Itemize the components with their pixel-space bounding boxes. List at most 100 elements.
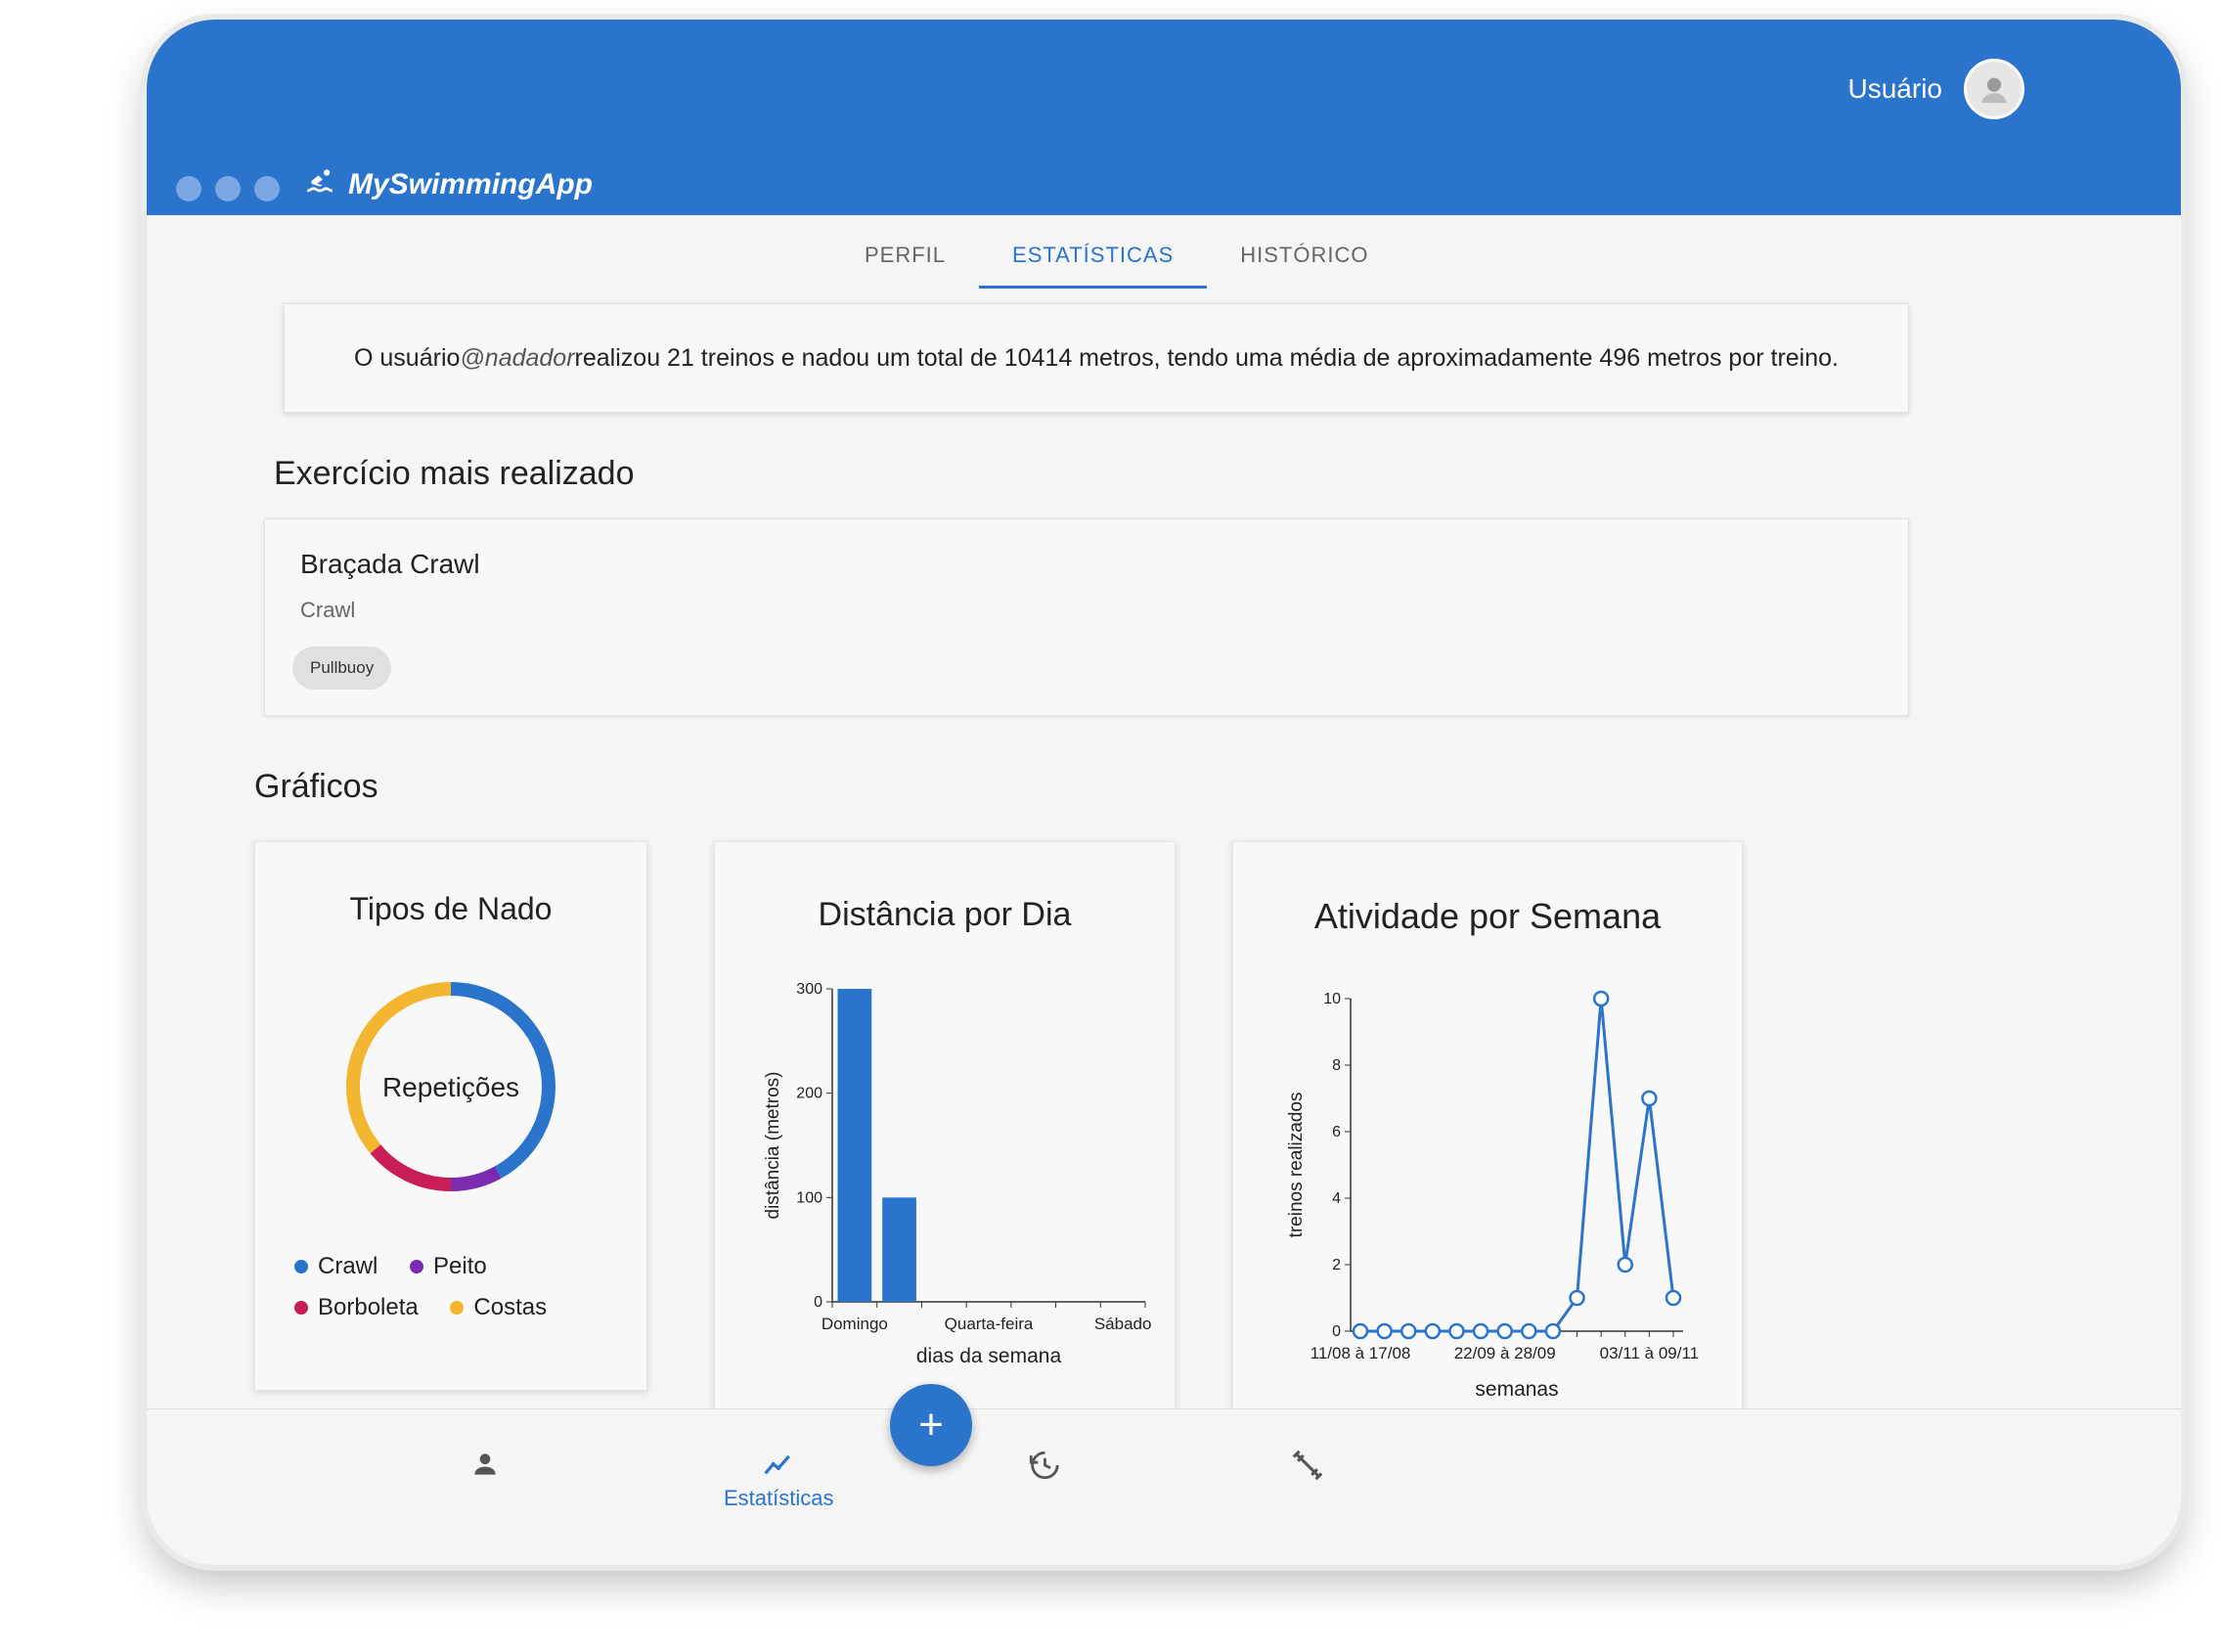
app-bar: MySwimmingApp Usuário [147,20,2181,215]
tab-bar: PERFIL ESTATÍSTICAS HISTÓRICO [831,225,1401,289]
y-tick-label: 300 [796,981,822,998]
x-tick-label: Sábado [1094,1315,1152,1333]
x-tick-label: Domingo [822,1315,888,1333]
data-point[interactable] [1592,990,1610,1007]
activity-line [1360,998,1675,1333]
charts-section-title: Gráficos [254,768,378,805]
data-point[interactable] [1424,1322,1442,1340]
window-dot-maximize[interactable] [254,176,280,201]
legend-label-crawl: Crawl [318,1253,378,1279]
exercise-name: Braçada Crawl [300,549,480,579]
data-point[interactable] [1569,1289,1585,1307]
y-tick-label: 200 [796,1086,822,1102]
data-point[interactable] [1641,1090,1658,1107]
legend-swatch-costas [450,1301,465,1315]
bar-segunda-feira[interactable] [882,1197,916,1302]
history-icon [1029,1451,1059,1480]
y-tick-label: 10 [1323,991,1341,1007]
y-tick-label: 2 [1332,1257,1341,1273]
summary-username: @nadador [460,343,575,372]
legend-label-peito: Peito [433,1253,487,1279]
legend-swatch-borboleta [294,1301,308,1315]
y-tick-label: 4 [1332,1190,1341,1207]
data-point[interactable] [1665,1289,1682,1307]
donut-chart: Repetições [346,982,555,1191]
stage: MySwimmingApp Usuário PERFIL ESTATÍSTICA… [0,0,2221,1652]
tab-historico[interactable]: HISTÓRICO [1207,225,1401,289]
x-tick-label: Quarta-feira [945,1315,1034,1333]
summary-text: realizou 21 treinos e nadou um total de … [574,343,1839,372]
app-window: MySwimmingApp Usuário PERFIL ESTATÍSTICA… [147,20,2181,1565]
legend-label-costas: Costas [473,1294,548,1320]
y-axis-label: distância (metros) [763,1072,783,1220]
chart-card-distance-per-day: Distância por Dia 0 100 200 300 Domingo Quart… [714,841,1176,1430]
donut-slice-costas[interactable] [346,982,452,1154]
app-title: MySwimmingApp [348,168,594,201]
dumbbell-icon [1292,1450,1323,1481]
y-tick-label: 8 [1332,1057,1341,1074]
chart-title-distance: Distância por Dia [818,896,1072,933]
line-chart: 0 2 4 6 8 10 11/08 à 17/08 22/09 à 28/09 03/11 à… [1286,990,1699,1401]
data-point[interactable] [1521,1322,1537,1340]
app-brand[interactable]: MySwimmingApp [303,164,593,205]
user-avatar-icon [1981,77,2007,104]
chart-card-swim-types: Tipos de Nado Repetições Crawl Peito Bor… [254,841,647,1391]
nav-statistics[interactable]: Estatísticas [724,1449,833,1511]
x-axis-label: dias da semana [916,1345,1062,1367]
window-controls [176,176,280,201]
chart-title-weekly: Atividade por Semana [1313,896,1662,936]
window-dot-minimize[interactable] [215,176,241,201]
y-tick-label: 0 [814,1294,822,1311]
x-tick-label: 03/11 à 09/11 [1600,1344,1699,1362]
data-point[interactable] [1617,1256,1634,1273]
person-icon [474,1453,496,1475]
user-label: Usuário [1847,73,1942,104]
equipment-chip[interactable]: Pullbuoy [292,647,392,690]
x-axis-label: semanas [1475,1378,1558,1401]
add-workout-fab[interactable]: + [890,1384,972,1466]
legend-swatch-crawl [294,1260,308,1273]
chart-title-swim-types: Tipos de Nado [349,891,553,926]
exercise-type: Crawl [300,598,356,622]
avatar[interactable] [1964,59,2024,119]
legend-item-peito[interactable]: Peito [410,1253,487,1280]
data-point[interactable] [1448,1322,1465,1340]
donut-slice-borboleta[interactable] [370,1144,452,1191]
window-dot-close[interactable] [176,176,201,201]
data-point[interactable] [1472,1322,1489,1340]
data-point[interactable] [1399,1322,1417,1340]
chart-card-weekly-activity: Atividade por Semana 0 2 4 6 8 10 11/08 à 17/0… [1232,841,1743,1430]
y-axis-label: treinos realizados [1286,1093,1307,1238]
x-tick-label: 22/09 à 28/09 [1454,1344,1556,1362]
y-tick-label: 6 [1332,1124,1341,1140]
nav-profile[interactable] [469,1449,501,1486]
donut-legend: Crawl Peito Borboleta Costas [294,1253,627,1335]
y-tick-label: 100 [796,1189,822,1206]
tab-perfil[interactable]: PERFIL [831,225,979,289]
summary-prefix: O usuário [354,343,461,372]
legend-label-borboleta: Borboleta [318,1294,419,1320]
x-tick-label: 11/08 à 17/08 [1310,1344,1411,1362]
bottom-navigation: Estatísticas [147,1408,2181,1565]
nav-statistics-label: Estatísticas [724,1486,834,1510]
bar-chart: 0 100 200 300 Domingo Quarta-feira Sábado dias … [763,981,1152,1367]
swimmer-icon [303,164,336,205]
data-point[interactable] [1376,1322,1393,1340]
legend-item-borboleta[interactable]: Borboleta [294,1294,419,1321]
data-point[interactable] [1544,1322,1562,1340]
donut-center-label: Repetições [382,1072,519,1102]
stats-chart-icon [764,1454,791,1475]
data-point[interactable] [1352,1322,1369,1340]
nav-history[interactable] [1027,1449,1060,1488]
bar-domingo[interactable] [837,989,872,1302]
exercise-section-title: Exercício mais realizado [274,455,635,492]
data-point[interactable] [1496,1322,1513,1340]
y-tick-label: 0 [1332,1323,1341,1340]
nav-exercises[interactable] [1291,1449,1324,1488]
exercise-card[interactable]: Braçada Crawl Crawl Pullbuoy [264,518,1909,716]
legend-item-costas[interactable]: Costas [450,1294,547,1321]
donut-slice-peito[interactable] [450,1166,502,1191]
tab-estatisticas[interactable]: ESTATÍSTICAS [979,225,1208,289]
legend-item-crawl[interactable]: Crawl [294,1253,378,1280]
user-menu[interactable]: Usuário [1848,59,2024,119]
